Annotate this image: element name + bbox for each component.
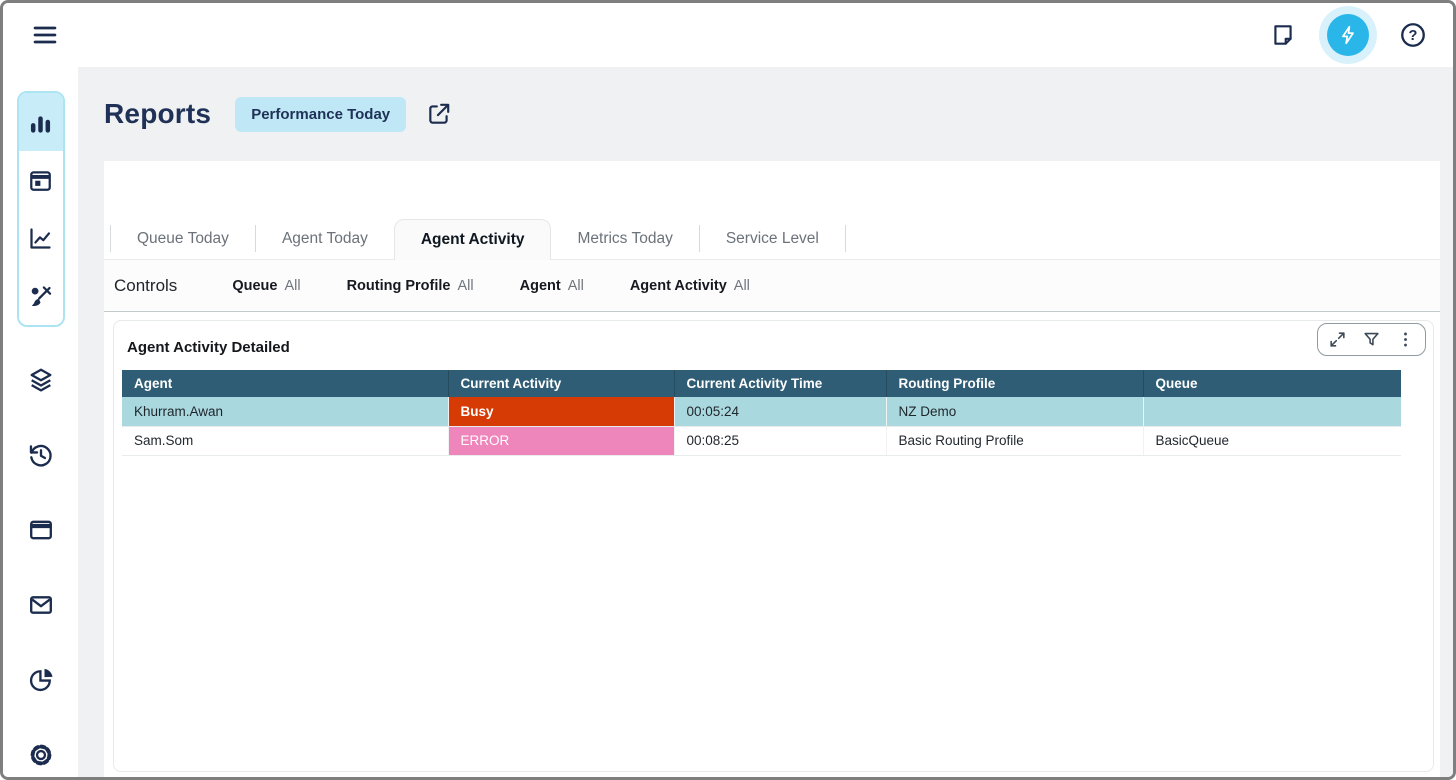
cell-current-activity: ERROR (448, 426, 674, 455)
filter-label: Agent (520, 278, 561, 294)
tab-agent-activity[interactable]: Agent Activity (394, 219, 552, 260)
report-card: Agent Activity Detailed Agent Current Ac… (113, 320, 1434, 772)
filter-label: Queue (232, 278, 277, 294)
expand-button[interactable] (1328, 330, 1347, 349)
sidebar-item-window[interactable] (27, 516, 55, 544)
controls-bar: Controls Queue All Routing Profile All Age… (104, 260, 1440, 312)
mail-icon (27, 591, 55, 619)
filter-label: Routing Profile (347, 278, 451, 294)
sidebar-item-design[interactable] (19, 267, 63, 325)
cell-agent: Sam.Som (122, 426, 448, 455)
cell-queue (1143, 397, 1401, 426)
external-link-icon (426, 101, 452, 127)
filter-agent-activity[interactable]: Agent Activity All (630, 277, 750, 295)
hamburger-menu-button[interactable] (25, 15, 65, 55)
gear-icon (27, 741, 55, 769)
calendar-icon (27, 167, 54, 194)
lightning-icon (1337, 24, 1359, 46)
filter-value: All (568, 278, 584, 294)
sidebar-item-history[interactable] (27, 441, 55, 469)
filter-value: All (734, 278, 750, 294)
content-area: Reports Performance Today Queue Today Ag… (78, 67, 1453, 777)
layers-icon (27, 366, 55, 394)
col-header-agent[interactable]: Agent (122, 370, 448, 397)
sidebar (3, 67, 78, 777)
history-icon (27, 441, 55, 469)
window-icon (27, 516, 55, 544)
filter-agent[interactable]: Agent All (520, 277, 584, 295)
card-toolbar (1317, 323, 1426, 356)
sidebar-item-layers[interactable] (27, 366, 55, 394)
col-header-current-activity-time[interactable]: Current Activity Time (674, 370, 886, 397)
cell-current-activity-time: 00:05:24 (674, 397, 886, 426)
main-area: Reports Performance Today Queue Today Ag… (3, 67, 1453, 777)
sidebar-item-line-chart[interactable] (19, 209, 63, 267)
svg-text:?: ? (1409, 28, 1418, 44)
agent-activity-table: Agent Current Activity Current Activity … (122, 370, 1401, 456)
table-row[interactable]: Sam.Som ERROR 00:08:25 Basic Routing Pro… (122, 426, 1401, 455)
col-header-current-activity[interactable]: Current Activity (448, 370, 674, 397)
card-zone: Agent Activity Detailed Agent Current Ac… (104, 312, 1440, 777)
line-chart-icon (27, 225, 54, 252)
funnel-icon (1362, 330, 1381, 349)
more-options-button[interactable] (1396, 330, 1415, 349)
cell-current-activity-time: 00:08:25 (674, 426, 886, 455)
sidebar-item-mail[interactable] (27, 591, 55, 619)
expand-icon (1328, 330, 1347, 349)
sidebar-reports-group (17, 91, 65, 327)
kebab-icon (1396, 330, 1415, 349)
tab-separator (845, 225, 846, 252)
cell-routing-profile: NZ Demo (886, 397, 1143, 426)
page-title: Reports (104, 98, 211, 130)
filter-queue[interactable]: Queue All (232, 277, 300, 295)
note-icon (1270, 22, 1296, 48)
filter-routing-profile[interactable]: Routing Profile All (347, 277, 474, 295)
tab-metrics-today[interactable]: Metrics Today (551, 219, 698, 259)
report-panel: Queue Today Agent Today Agent Activity M… (104, 161, 1440, 777)
sidebar-item-settings[interactable] (27, 741, 55, 769)
sidebar-item-bar-chart[interactable] (19, 93, 63, 151)
page-header: Reports Performance Today (78, 67, 1440, 161)
sidebar-item-calendar[interactable] (19, 151, 63, 209)
cell-routing-profile: Basic Routing Profile (886, 426, 1143, 455)
sidebar-secondary-group (27, 366, 55, 769)
bar-chart-icon (27, 109, 54, 136)
cell-agent: Khurram.Awan (122, 397, 448, 426)
controls-label[interactable]: Controls (114, 276, 177, 296)
help-button[interactable]: ? (1393, 15, 1433, 55)
pie-chart-icon (27, 666, 55, 694)
brush-icon (27, 283, 54, 310)
open-external-button[interactable] (426, 101, 452, 127)
tab-bar: Queue Today Agent Today Agent Activity M… (104, 161, 1440, 260)
filter-label: Agent Activity (630, 278, 727, 294)
table-row[interactable]: Khurram.Awan Busy 00:05:24 NZ Demo (122, 397, 1401, 426)
tab-queue-today[interactable]: Queue Today (111, 219, 255, 259)
quick-actions-button[interactable] (1327, 14, 1369, 56)
notes-button[interactable] (1263, 15, 1303, 55)
table-header-row: Agent Current Activity Current Activity … (122, 370, 1401, 397)
filter-value: All (457, 278, 473, 294)
col-header-queue[interactable]: Queue (1143, 370, 1401, 397)
app-window: ? (0, 0, 1456, 780)
sidebar-item-pie-chart[interactable] (27, 666, 55, 694)
tab-agent-today[interactable]: Agent Today (256, 219, 394, 259)
top-bar: ? (3, 3, 1453, 67)
help-icon: ? (1399, 21, 1427, 49)
filter-button[interactable] (1362, 330, 1381, 349)
quick-actions-halo (1319, 6, 1377, 64)
col-header-routing-profile[interactable]: Routing Profile (886, 370, 1143, 397)
hamburger-icon (31, 21, 59, 49)
dashboard-badge: Performance Today (235, 97, 406, 132)
report-title: Agent Activity Detailed (127, 339, 1433, 356)
cell-current-activity: Busy (448, 397, 674, 426)
cell-queue: BasicQueue (1143, 426, 1401, 455)
filter-value: All (284, 278, 300, 294)
tab-service-level[interactable]: Service Level (700, 219, 845, 259)
